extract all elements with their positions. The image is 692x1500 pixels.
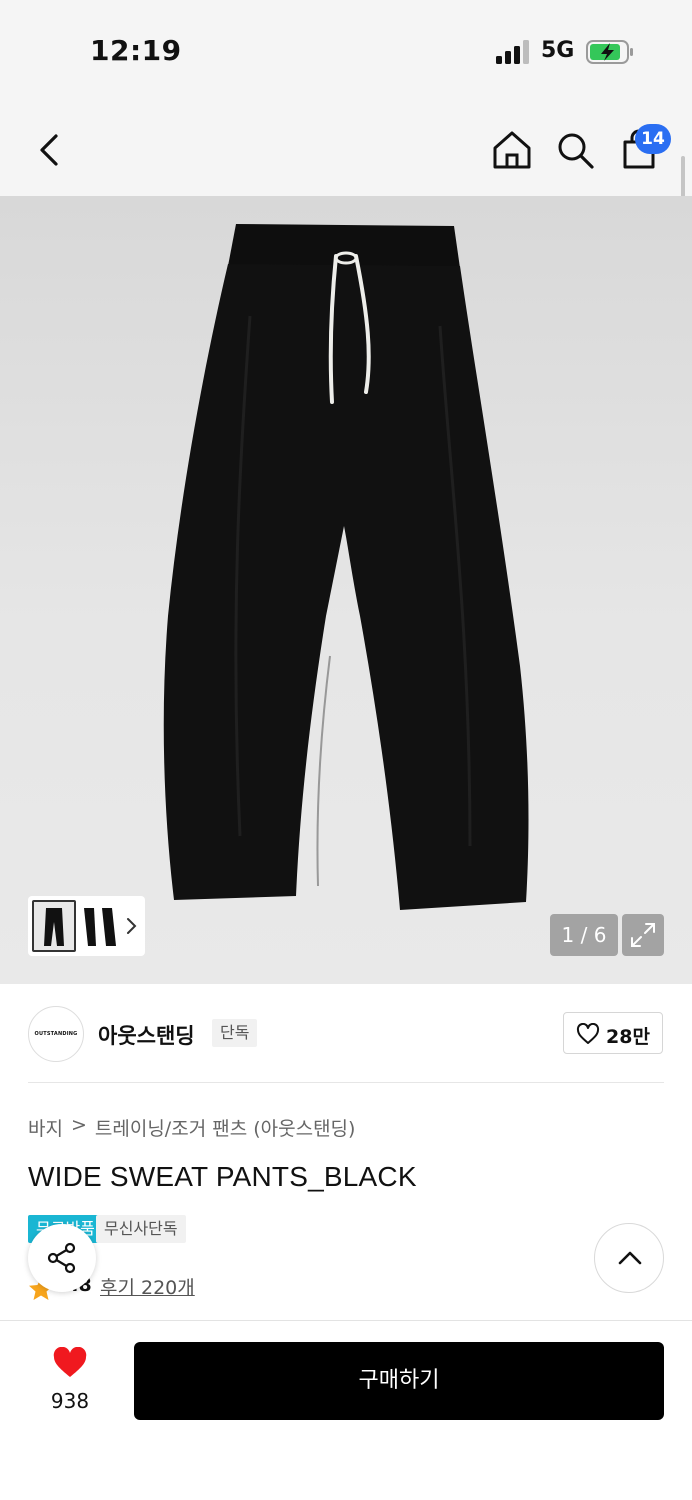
heart-outline-icon bbox=[576, 1023, 600, 1044]
chevron-up-icon bbox=[618, 1251, 642, 1265]
top-navigation bbox=[0, 100, 692, 196]
divider bbox=[28, 1082, 664, 1083]
heart-filled-icon[interactable] bbox=[52, 1347, 88, 1379]
battery-icon bbox=[586, 40, 633, 64]
brand-logo-text: OUTSTANDING bbox=[34, 1031, 78, 1037]
buy-button[interactable]: 구매하기 bbox=[134, 1342, 664, 1420]
pants-side-thumbnail-icon bbox=[84, 908, 116, 946]
brand-like-count: 28만 bbox=[606, 1026, 650, 1048]
brand-row[interactable]: OUTSTANDING 아웃스탠딩 단독 28만 bbox=[0, 984, 692, 1084]
cart-count-badge: 14 bbox=[635, 124, 671, 154]
brand-name[interactable]: 아웃스탠딩 bbox=[98, 1020, 195, 1050]
musinsa-exclusive-tag: 무신사단독 bbox=[96, 1215, 186, 1243]
bottom-action-bar: 938 구매하기 bbox=[0, 1320, 692, 1500]
search-icon[interactable] bbox=[553, 128, 597, 172]
brand-logo[interactable]: OUTSTANDING bbox=[28, 1006, 84, 1062]
product-title: WIDE SWEAT PANTS_BLACK bbox=[28, 1161, 417, 1192]
breadcrumb-subcategory[interactable]: 트레이닝/조거 팬츠 (아웃스탠딩) bbox=[95, 1114, 356, 1141]
brand-like-button[interactable]: 28만 bbox=[563, 1012, 663, 1054]
status-time: 12:19 bbox=[90, 34, 182, 67]
thumbnail-1[interactable] bbox=[32, 900, 76, 952]
status-bar: 12:19 5G bbox=[0, 0, 692, 100]
breadcrumb: 바지 > 트레이닝/조거 팬츠 (아웃스탠딩) bbox=[28, 1114, 355, 1141]
pants-thumbnail-icon bbox=[44, 908, 64, 946]
thumbnail-strip[interactable] bbox=[28, 896, 145, 956]
thumbnail-2[interactable] bbox=[80, 900, 120, 952]
expand-icon bbox=[631, 923, 655, 947]
brand-exclusive-tag: 단독 bbox=[212, 1019, 258, 1047]
home-icon[interactable] bbox=[490, 128, 534, 172]
network-label: 5G bbox=[541, 38, 575, 63]
review-link[interactable]: 후기 220개 bbox=[100, 1273, 195, 1300]
wish-count: 938 bbox=[50, 1389, 90, 1413]
product-photo-pants bbox=[163, 224, 529, 910]
back-icon[interactable] bbox=[30, 128, 70, 172]
share-button[interactable] bbox=[28, 1224, 96, 1292]
expand-image-button[interactable] bbox=[622, 914, 664, 956]
chevron-right-icon[interactable] bbox=[122, 914, 140, 938]
breadcrumb-separator: > bbox=[70, 1114, 87, 1136]
scroll-top-button[interactable] bbox=[594, 1223, 664, 1293]
breadcrumb-category[interactable]: 바지 bbox=[28, 1114, 63, 1141]
image-pager: 1 / 6 bbox=[550, 914, 618, 956]
product-image-gallery[interactable]: 1 / 6 bbox=[0, 196, 692, 984]
signal-icon bbox=[496, 40, 529, 64]
share-icon bbox=[47, 1242, 76, 1274]
